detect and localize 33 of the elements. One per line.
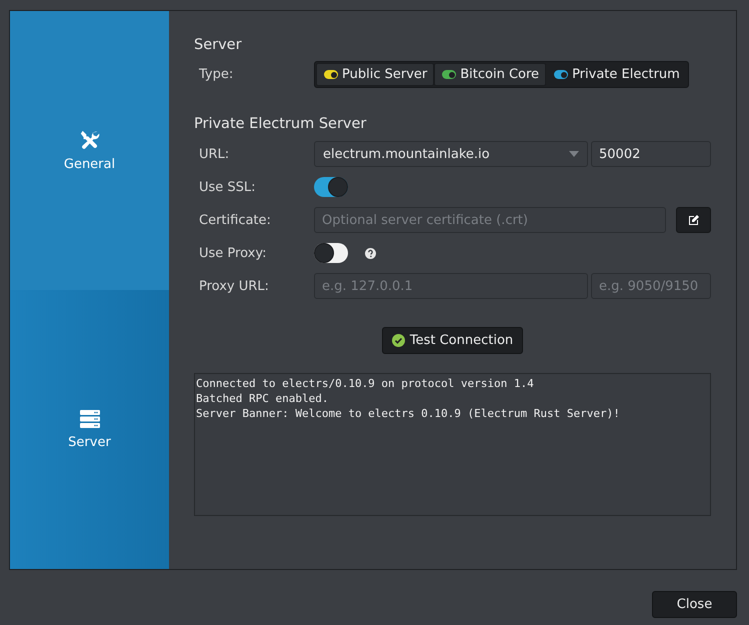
section-title: Server [194, 37, 243, 53]
toggle-switch[interactable] [314, 243, 348, 263]
url-dropdown[interactable]: electrum.mountainlake.io [314, 141, 588, 167]
edit-button[interactable] [676, 207, 711, 233]
field-label: Type: [199, 67, 234, 82]
log-line: Batched RPC enabled. [196, 391, 330, 406]
log-line: Server Banner: Welcome to electrs 0.10.9 (Electrum Rust Server)! [196, 406, 621, 421]
check-icon [392, 334, 405, 347]
help-icon[interactable] [365, 248, 376, 258]
proxy-port-field[interactable]: e.g. 9050/9150 [591, 273, 711, 299]
certificate-field[interactable]: Optional server certificate (.crt) [314, 207, 666, 233]
sidebar-label: Server [68, 435, 111, 450]
caret-icon [569, 151, 579, 157]
section-title: Private Electrum Server [194, 116, 368, 132]
toggle-switch[interactable] [314, 177, 348, 197]
segment-button[interactable]: Bitcoin Core [434, 63, 546, 86]
proxy-url-field[interactable]: e.g. 127.0.0.1 [314, 273, 588, 299]
port-field[interactable]: 50002 [591, 141, 711, 167]
field-label: Use Proxy: [199, 246, 268, 260]
edit-icon [688, 214, 700, 226]
field-label: Certificate: [199, 212, 272, 228]
sidebar-item[interactable]: Server [10, 290, 169, 569]
field-label: URL: [199, 146, 230, 162]
server-icon [78, 409, 100, 429]
field-label: Proxy URL: [199, 278, 270, 294]
log-line: Connected to electrs/0.10.9 on protocol version 1.4 [196, 376, 535, 391]
close-button[interactable]: Close [652, 591, 737, 618]
sidebar-label: General [64, 157, 116, 172]
test-connection-button[interactable]: Test Connection [382, 327, 524, 354]
tools-icon [78, 129, 100, 151]
field-label: Use SSL: [199, 180, 257, 194]
sidebar-item[interactable]: General [10, 11, 169, 290]
segment-button[interactable]: Public Server [316, 63, 434, 86]
